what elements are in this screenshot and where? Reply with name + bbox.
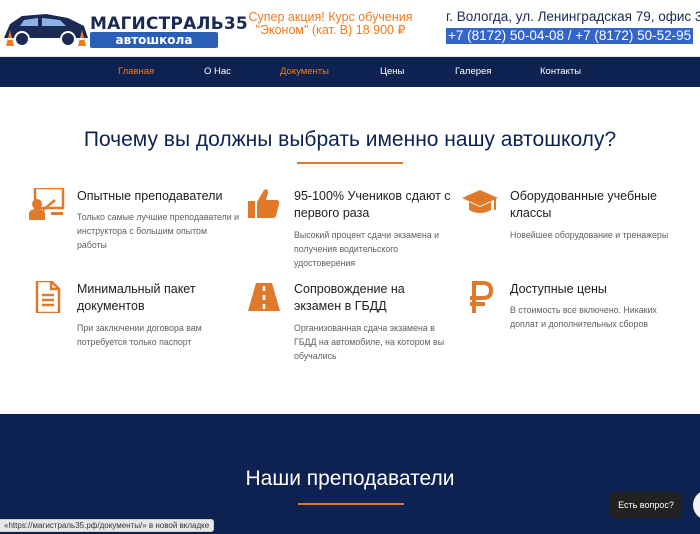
feature-minimal-documents: Минимальный пакет документов При заключе… [29, 281, 244, 351]
feature-desc-line: доплат и дополнительных сборов [510, 319, 648, 329]
feature-title-line-2: первого раза [294, 206, 370, 220]
teacher-icon [29, 188, 65, 220]
feature-desc-line: Организованная сдача экзамена в [294, 323, 435, 333]
section-heading: Почему вы должны выбрать именно нашу авт… [83, 128, 617, 151]
thumbs-up-icon [248, 189, 280, 218]
nav-item-contacts[interactable]: Контакты [540, 66, 581, 77]
feature-title: Оборудованные учебные [510, 189, 657, 203]
feature-desc-line: Новейшее оборудование и тренажеры [510, 230, 669, 240]
feature-desc-line: ГБДД на автомобиле, на котором вы [294, 337, 445, 347]
feature-title-line-2: документов [77, 299, 145, 313]
logo-subtitle: автошкола [90, 32, 218, 48]
teachers-heading-underline [298, 503, 404, 505]
feature-desc-line: Высокий процент сдачи экзамена и [294, 230, 439, 240]
feature-title-line-2: экзамен в ГБДД [294, 299, 387, 313]
browser-status-url: «https://магистраль35.рф/документы/» в н… [0, 519, 215, 532]
feature-desc-line: В стоимость все включено. Никаких [510, 305, 657, 315]
feature-title: Минимальный пакет [77, 282, 196, 296]
nav-item-prices[interactable]: Цены [380, 66, 404, 77]
site-header: МАГИСТРАЛЬ35 автошкола Супер акция! Курс… [0, 0, 700, 57]
logo-title: МАГИСТРАЛЬ35 [90, 14, 248, 34]
feature-pass-rate: 95-100% Учеников сдают с первого раза Вы… [246, 188, 461, 268]
feature-desc-line: работы [77, 240, 107, 250]
graduation-cap-icon [462, 190, 498, 213]
phone-numbers[interactable]: +7 (8172) 50-04-08 / +7 (8172) 50-52-95 [446, 28, 694, 44]
teachers-heading: Наши преподаватели [245, 467, 455, 490]
feature-desc-line: потребуется только паспорт [77, 337, 192, 347]
feature-experienced-teachers: Опытные преподаватели Только самые лучши… [29, 188, 244, 258]
main-nav: Главная О Нас Документы Цены Галерея Кон… [0, 57, 700, 87]
feature-desc-line: Только самые лучшие преподаватели и [77, 212, 240, 222]
feature-desc-line: инструктора с большим опытом [77, 226, 207, 236]
promo-banner[interactable]: Супер акция! Курс обучения "Эконом" (кат… [238, 11, 423, 37]
feature-desc-line: При заключении договора вам [77, 323, 202, 333]
feature-desc-line: обучались [294, 351, 337, 361]
promo-line-2: "Эконом" (кат. В) 18 900 ₽ [255, 23, 406, 37]
nav-item-home[interactable]: Главная [118, 66, 154, 77]
feature-title: Опытные преподаватели [77, 189, 223, 203]
feature-title: 95-100% Учеников сдают с [294, 189, 451, 203]
chat-prompt-bubble[interactable]: Есть вопрос? [610, 492, 682, 518]
contacts-block: г. Вологда, ул. Ленинградская 79, офис 3… [446, 8, 700, 45]
ruble-icon [470, 281, 494, 313]
feature-title-line-2: классы [510, 206, 552, 220]
site-logo[interactable]: МАГИСТРАЛЬ35 автошкола [2, 6, 248, 50]
address-text: г. Вологда, ул. Ленинградская 79, офис 3… [446, 9, 700, 24]
feature-desc-line: удостоверения [294, 258, 356, 268]
heading-underline [297, 162, 403, 164]
nav-item-about[interactable]: О Нас [204, 66, 231, 77]
feature-affordable-prices: Доступные цены В стоимость все включено.… [462, 281, 697, 341]
road-icon [248, 283, 280, 311]
feature-equipped-classes: Оборудованные учебные классы Новейшее об… [462, 188, 697, 248]
feature-desc-line: получения водительского [294, 244, 399, 254]
car-logo-icon [4, 14, 88, 47]
document-icon [35, 281, 61, 313]
feature-title: Сопровождение на [294, 282, 405, 296]
feature-title: Доступные цены [510, 282, 607, 296]
nav-item-documents[interactable]: Документы [280, 66, 329, 77]
feature-exam-escort: Сопровождение на экзамен в ГБДД Организо… [246, 281, 461, 361]
nav-item-gallery[interactable]: Галерея [455, 66, 491, 77]
